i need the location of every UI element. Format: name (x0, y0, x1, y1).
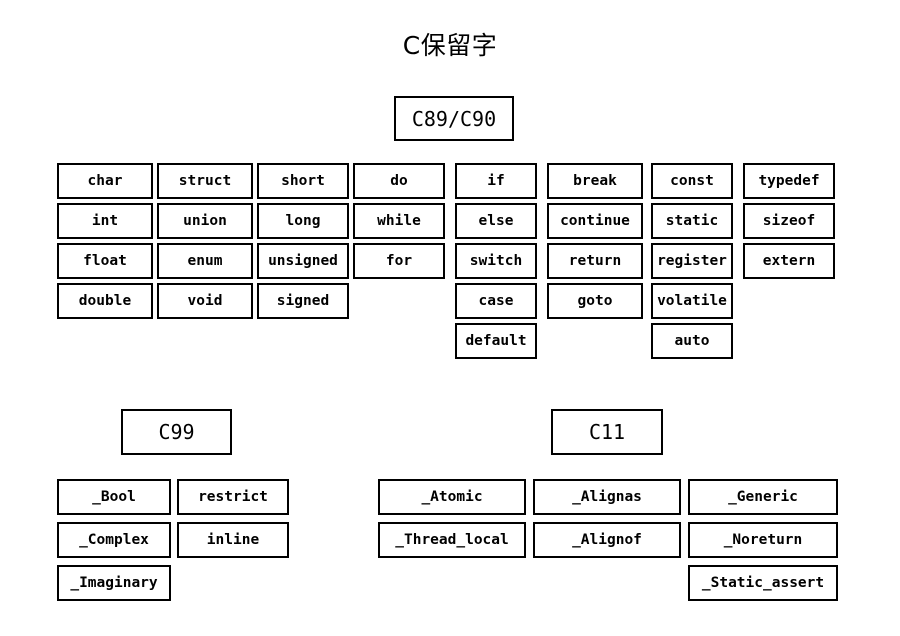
keyword-box-noreturn[interactable]: _Noreturn (688, 522, 838, 558)
keyword-box-complex[interactable]: _Complex (57, 522, 171, 558)
keyword-box-float[interactable]: float (57, 243, 153, 279)
keyword-box-return[interactable]: return (547, 243, 643, 279)
page-title: C保留字 (402, 31, 498, 60)
keyword-box-struct[interactable]: struct (157, 163, 253, 199)
keyword-box-imaginary[interactable]: _Imaginary (57, 565, 171, 601)
keyword-box-default[interactable]: default (455, 323, 537, 359)
keyword-box-enum[interactable]: enum (157, 243, 253, 279)
keyword-box-sizeof[interactable]: sizeof (743, 203, 835, 239)
section-header-c99[interactable]: C99 (121, 409, 232, 455)
keyword-box-case[interactable]: case (455, 283, 537, 319)
keyword-box-volatile[interactable]: volatile (651, 283, 733, 319)
keyword-box-goto[interactable]: goto (547, 283, 643, 319)
keyword-box-union[interactable]: union (157, 203, 253, 239)
keyword-box-switch[interactable]: switch (455, 243, 537, 279)
keyword-box-static[interactable]: static (651, 203, 733, 239)
keyword-box-for[interactable]: for (353, 243, 445, 279)
keyword-box-short[interactable]: short (257, 163, 349, 199)
keyword-box-generic[interactable]: _Generic (688, 479, 838, 515)
keyword-box-int[interactable]: int (57, 203, 153, 239)
keyword-box-unsigned[interactable]: unsigned (257, 243, 349, 279)
keyword-box-char[interactable]: char (57, 163, 153, 199)
keyword-box-extern[interactable]: extern (743, 243, 835, 279)
keyword-box-signed[interactable]: signed (257, 283, 349, 319)
keyword-box-double[interactable]: double (57, 283, 153, 319)
keyword-box-static-assert[interactable]: _Static_assert (688, 565, 838, 601)
section-header-c89[interactable]: C89/C90 (394, 96, 514, 141)
keyword-box-const[interactable]: const (651, 163, 733, 199)
keyword-box-thread-local[interactable]: _Thread_local (378, 522, 526, 558)
keyword-box-register[interactable]: register (651, 243, 733, 279)
keyword-box-void[interactable]: void (157, 283, 253, 319)
keyword-box-while[interactable]: while (353, 203, 445, 239)
section-header-c11[interactable]: C11 (551, 409, 663, 455)
keyword-box-auto[interactable]: auto (651, 323, 733, 359)
keyword-box-continue[interactable]: continue (547, 203, 643, 239)
keyword-box-inline[interactable]: inline (177, 522, 289, 558)
keyword-box-break[interactable]: break (547, 163, 643, 199)
keyword-box-alignof[interactable]: _Alignof (533, 522, 681, 558)
keyword-box-else[interactable]: else (455, 203, 537, 239)
keyword-box-long[interactable]: long (257, 203, 349, 239)
keyword-box-typedef[interactable]: typedef (743, 163, 835, 199)
keyword-box-restrict[interactable]: restrict (177, 479, 289, 515)
keyword-box-if[interactable]: if (455, 163, 537, 199)
keyword-box-atomic[interactable]: _Atomic (378, 479, 526, 515)
keyword-box-alignas[interactable]: _Alignas (533, 479, 681, 515)
keyword-box-do[interactable]: do (353, 163, 445, 199)
keyword-box-bool[interactable]: _Bool (57, 479, 171, 515)
